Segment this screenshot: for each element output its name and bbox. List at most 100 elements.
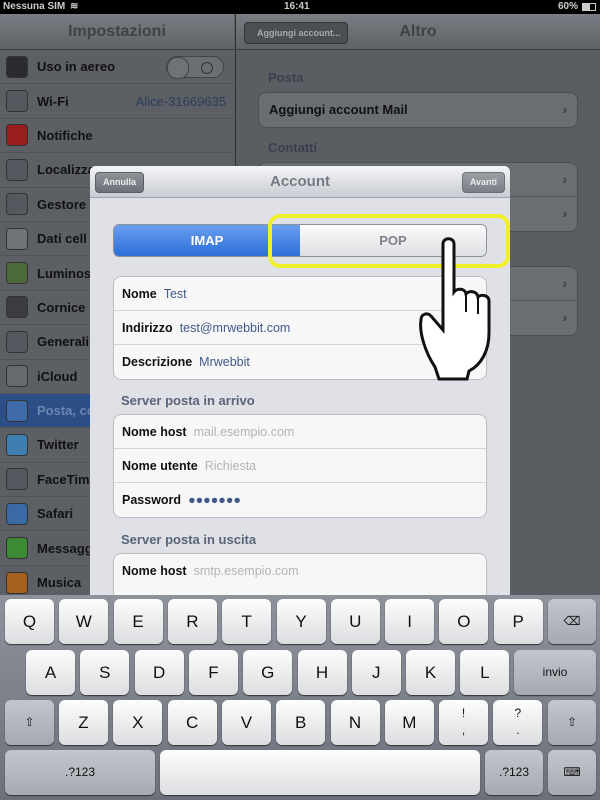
field-row[interactable]: Nome host mail.esempio.com [114,415,486,449]
key-x[interactable]: X [113,700,163,745]
key-o[interactable]: O [439,599,489,644]
sidebar-item-label: Generali [37,334,90,350]
key-u[interactable]: U [330,599,380,644]
key-question-period[interactable]: ? . [493,700,543,745]
twitter-icon [6,433,28,456]
sidebar-item-notifiche[interactable]: Notifiche [0,119,234,154]
key-e[interactable]: E [113,599,163,644]
mail-icon [6,399,28,422]
hide-keyboard-key[interactable]: ⌨ [548,750,596,795]
key-exclaim-comma[interactable]: ! , [439,700,489,745]
field-label: Nome host [122,564,187,578]
field-value[interactable]: test@mrwebbit.com [180,321,291,335]
section-posta: Posta [268,70,304,85]
outgoing-server-label: Server posta in uscita [121,532,257,547]
gear-icon [6,330,28,353]
sidebar-item-wi-fi[interactable]: Wi-Fi Alice-31669635 [0,84,234,119]
key-w[interactable]: W [59,599,109,644]
keyboard: Q W E R T Y U I O P ⌫ A S D F G H J K Linvio ⇧ Z X C V B N M! ,? . ⇧… [0,595,600,800]
back-button[interactable]: Aggiungi account... [244,22,348,44]
key-t[interactable]: T [222,599,272,644]
field-value[interactable]: Mrwebbit [199,355,250,369]
sidebar-item-label: Twitter [37,437,79,453]
shift-key-right[interactable]: ⇧ [548,700,596,745]
clock: 16:41 [284,1,310,12]
modal-title: Account [270,173,330,190]
next-button[interactable]: Avanti [461,172,505,193]
key-b[interactable]: B [276,700,326,745]
key-m[interactable]: M [384,700,434,745]
key-q[interactable]: Q [5,599,54,644]
key-i[interactable]: I [385,599,435,644]
field-label: Indirizzo [122,320,173,335]
cancel-button[interactable]: Annulla [95,172,144,193]
section-contatti: Contatti [268,140,318,155]
field-row[interactable]: Nome host smtp.esempio.com [114,554,486,588]
add-mail-label: Aggiungi account Mail [269,102,408,117]
brightness-icon [6,262,28,285]
key-j[interactable]: J [351,650,401,695]
chevron-right-icon: › [562,310,567,325]
sidebar-item-label: Cornice [37,299,86,315]
key-f[interactable]: F [188,650,238,695]
cloud-icon [6,365,28,388]
key-l[interactable]: L [460,650,510,695]
backspace-key[interactable]: ⌫ [548,599,596,644]
sidebar-item-label: Notifiche [37,127,93,143]
carrier: Nessuna SIM [3,1,66,12]
field-label: Nome [122,286,157,301]
music-icon [6,571,28,594]
field-value[interactable]: ●●●●●●● [188,493,241,507]
space-key[interactable] [160,750,480,795]
key-y[interactable]: Y [276,599,326,644]
field-placeholder[interactable]: mail.esempio.com [194,425,295,439]
key-k[interactable]: K [406,650,456,695]
airplane-icon [6,55,28,78]
sidebar-item-label: Uso in aereo [37,59,116,75]
field-value[interactable]: Test [164,287,187,301]
add-mail-account[interactable]: Aggiungi account Mail › [259,93,577,127]
shift-key[interactable]: ⇧ [5,700,54,745]
pointing-hand-icon [419,237,491,381]
key-c[interactable]: C [167,700,217,745]
key-s[interactable]: S [80,650,130,695]
messages-icon [6,537,28,560]
field-label: Descrizione [122,355,193,369]
key-p[interactable]: P [493,599,543,644]
field-placeholder[interactable]: smtp.esempio.com [194,564,299,578]
sidebar-title: Impostazioni [0,14,234,50]
sidebar-item-label: Localizza [37,162,95,178]
key-n[interactable]: N [330,700,380,745]
chevron-right-icon: › [562,102,567,117]
facetime-icon [6,468,28,491]
safari-icon [6,502,28,525]
sidebar-item-label: Luminos [37,265,92,281]
airplane-mode-toggle[interactable] [166,55,224,79]
sidebar-item-label: Gestore [37,196,87,212]
key-v[interactable]: V [221,700,271,745]
field-row[interactable]: Nome utente Richiesta [114,449,486,483]
key-h[interactable]: H [297,650,347,695]
sidebar-item-label: Safari [37,506,74,522]
sidebar-item-label: Posta, co [37,403,95,419]
field-label: Nome utente [122,458,198,473]
key-g[interactable]: G [243,650,293,695]
sidebar-item-label: FaceTim [37,471,90,487]
sidebar-item-label: iCloud [37,368,78,384]
key-d[interactable]: D [134,650,184,695]
field-row[interactable]: Password ●●●●●●● [114,483,486,517]
location-icon [6,158,28,181]
wifi-icon [6,90,28,113]
key-a[interactable]: A [26,650,75,695]
numbers-key[interactable]: .?123 [5,750,155,795]
key-z[interactable]: Z [59,700,108,745]
sidebar-item-label: Wi-Fi [37,93,69,109]
key-r[interactable]: R [167,599,217,644]
phone-icon [6,193,28,216]
sidebar-item-uso-in-aereo[interactable]: Uso in aereo [0,50,234,85]
numbers-key-right[interactable]: .?123 [485,750,543,795]
battery-level: 60% [558,1,579,12]
chevron-right-icon: › [562,172,567,187]
field-placeholder[interactable]: Richiesta [205,459,256,473]
return-key[interactable]: invio [514,650,596,695]
